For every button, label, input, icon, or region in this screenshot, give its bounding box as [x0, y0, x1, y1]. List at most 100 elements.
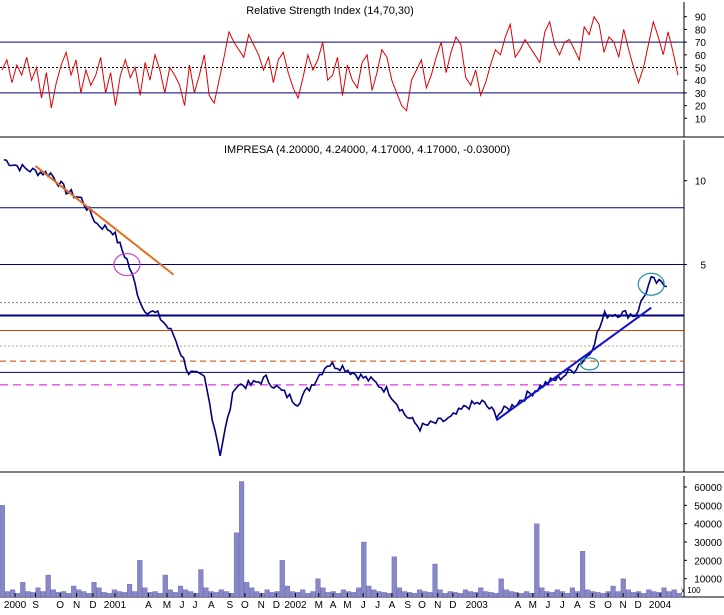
volume-bar: [518, 593, 525, 598]
volume-bar: [473, 592, 479, 598]
volume-bar: [101, 592, 107, 598]
volume-bar: [524, 591, 530, 598]
stock-chart: Relative Strength Index (14,70,30) 10 20 3…: [0, 0, 724, 611]
volume-bar: [549, 592, 555, 598]
volume-bar: [35, 587, 41, 598]
volume-bar: [432, 563, 438, 598]
volume-bar: [91, 582, 97, 598]
volume-bar: [279, 560, 285, 598]
volume-bar: [544, 591, 550, 598]
volume-bar: [651, 591, 657, 598]
x-tick-label: M: [315, 600, 323, 610]
volume-bar: [20, 582, 26, 598]
volume-bar: [137, 560, 143, 598]
x-tick-label: S: [589, 600, 596, 610]
volume-tick-label: 20000: [694, 556, 722, 567]
x-tick-label: J: [560, 600, 565, 610]
rsi-tick-label: 10: [695, 114, 707, 125]
volume-bar: [666, 591, 672, 598]
volume-bar: [569, 587, 575, 598]
x-tick-label: A: [514, 600, 521, 610]
volume-bar: [300, 589, 306, 598]
volume-bar: [381, 592, 387, 598]
x-tick-label: J: [361, 600, 366, 610]
volume-bar: [188, 591, 194, 598]
rsi-tick-label: 60: [695, 51, 707, 62]
volume-tick-label: 40000: [694, 520, 722, 531]
volume-bar: [427, 592, 433, 598]
volume-bar: [503, 589, 509, 598]
volume-bar: [661, 587, 667, 598]
volume-bar: [595, 592, 601, 598]
volume-bar: [340, 589, 346, 598]
volume-bar: [249, 587, 255, 598]
volume-bar: [442, 593, 448, 598]
volume-bar: [218, 589, 224, 598]
volume-bar: [534, 523, 540, 598]
volume-bar: [15, 593, 21, 598]
volume-bar: [437, 589, 443, 598]
price-title: IMPRESA (4.20000, 4.24000, 4.17000, 4.17…: [224, 144, 510, 156]
volume-bar: [529, 593, 535, 598]
volume-bar: [45, 574, 51, 598]
volume-bar: [233, 532, 240, 598]
volume-bar: [0, 505, 5, 598]
volume-bar: [641, 593, 647, 598]
volume-bar: [198, 569, 204, 598]
volume-bar: [315, 578, 321, 598]
volume-bar: [600, 593, 606, 598]
volume-bar: [630, 592, 637, 598]
volume-bar: [167, 589, 173, 598]
price-tick-label: 10: [695, 177, 707, 188]
rsi-tick-label: 30: [695, 89, 707, 100]
volume-bar: [452, 592, 458, 598]
volume-bar: [478, 587, 484, 598]
x-tick-label: O: [418, 600, 426, 610]
volume-bar: [498, 578, 504, 598]
volume-bar: [493, 593, 499, 598]
volume-bar: [335, 593, 341, 598]
volume-bar: [40, 591, 46, 598]
x-tick-label: D: [273, 600, 280, 610]
volume-bar: [142, 587, 148, 598]
x-tick-label: N: [258, 600, 265, 610]
volume-bar: [223, 591, 229, 598]
volume-bar: [356, 587, 362, 598]
volume-bar: [25, 591, 31, 598]
x-tick-label: M: [343, 600, 351, 610]
x-tick-label: A: [145, 600, 152, 610]
x-tick-label: A: [574, 600, 581, 610]
volume-bar: [539, 587, 545, 598]
x-tick-label: M: [529, 600, 537, 610]
x-tick-label: 2004: [649, 600, 672, 610]
volume-bar: [254, 591, 260, 598]
x-tick-label: A: [208, 600, 215, 610]
volume-bar: [488, 592, 494, 598]
volume-bar: [386, 593, 392, 598]
volume-bar: [121, 592, 128, 598]
volume-bar: [468, 591, 474, 598]
volume-bar: [305, 593, 311, 598]
price-tick-label: 5: [700, 261, 706, 272]
x-tick-label: N: [620, 600, 627, 610]
x-tick-label: J: [179, 600, 184, 610]
volume-bar: [193, 593, 199, 598]
volume-bar: [96, 587, 102, 598]
volume-bar: [351, 592, 357, 598]
rsi-tick-label: 40: [695, 76, 707, 87]
x-tick-label: A: [330, 600, 337, 610]
volume-bar: [284, 585, 290, 598]
volume-bar: [320, 587, 326, 598]
volume-bar: [462, 589, 469, 598]
volume-bar: [371, 589, 377, 598]
volume-bar: [106, 593, 112, 598]
volume-bar: [289, 591, 296, 598]
rsi-tick-label: 70: [695, 38, 707, 49]
rsi-tick-label: 20: [695, 102, 707, 113]
rsi-tick-label: 90: [695, 13, 707, 24]
volume-bar: [422, 591, 428, 598]
volume-bar: [60, 591, 67, 598]
volume-tick-label: 50000: [694, 501, 722, 512]
volume-bar: [656, 592, 662, 598]
volume-bar: [310, 591, 316, 598]
